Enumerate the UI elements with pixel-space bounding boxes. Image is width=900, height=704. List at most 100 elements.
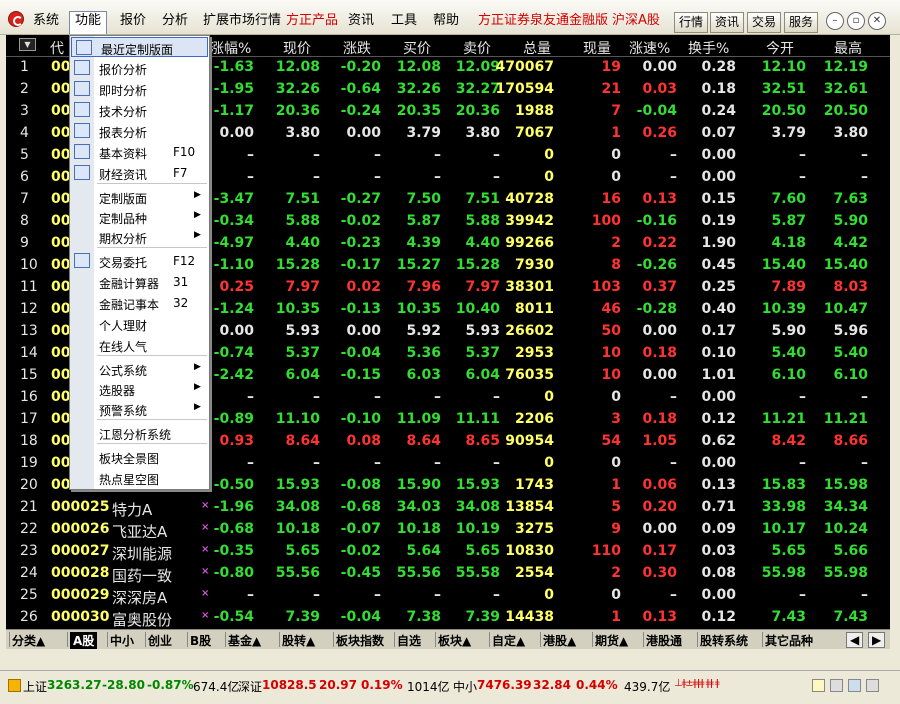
panel-icon[interactable]	[830, 679, 843, 692]
tab-divider	[333, 632, 334, 647]
total-volume: 40728	[505, 191, 554, 207]
menu-item[interactable]: 报价分析	[70, 58, 209, 78]
menu-item-label: 热点星空图	[99, 473, 160, 487]
sh-index: 3263.27	[47, 678, 102, 692]
turnover-rate: 0.71	[701, 499, 736, 515]
menu-help[interactable]: 帮助	[433, 13, 459, 29]
lock-icon[interactable]	[812, 679, 825, 692]
menu-system[interactable]: 系统	[33, 13, 59, 29]
col-turnover[interactable]: 换手%	[688, 38, 729, 58]
scroll-right-icon[interactable]: ▶	[868, 632, 886, 648]
tab-item[interactable]: 板块▲	[438, 632, 471, 649]
menu-item[interactable]: 选股器 ▶	[70, 379, 209, 399]
menu-item[interactable]: 江恩分析系统	[70, 423, 209, 443]
menu-item[interactable]: 热点星空图	[70, 468, 209, 488]
col-bid[interactable]: 买价	[403, 38, 431, 58]
btn-market[interactable]: 行情	[674, 12, 709, 33]
tab-item[interactable]: 中小	[110, 632, 134, 649]
change-pct: -1.96	[213, 499, 254, 515]
menu-item[interactable]: 在线人气	[70, 335, 209, 355]
tab-item[interactable]: 股转系统	[700, 632, 748, 649]
col-high[interactable]: 最高	[834, 38, 862, 58]
btn-service[interactable]: 服务	[784, 12, 819, 33]
col-cur-volume[interactable]: 现量	[583, 38, 611, 58]
app-logo-icon[interactable]	[8, 11, 24, 27]
menu-quanyoutong[interactable]: 方正证券泉友通金融版	[478, 13, 608, 29]
col-change-pct[interactable]: 涨幅%	[210, 38, 251, 58]
table-row[interactable]: 25 000029 深深房A × – – – – – 0 0 – 0.00 – –	[6, 585, 890, 607]
col-open[interactable]: 今开	[766, 38, 794, 58]
tab-item[interactable]: B股	[190, 632, 211, 649]
btn-info[interactable]: 资讯	[710, 12, 745, 33]
tab-item[interactable]: 股转▲	[282, 632, 315, 649]
ask-price: 6.04	[465, 367, 500, 383]
menu-item[interactable]: 公式系统 ▶	[70, 359, 209, 379]
menu-function[interactable]: 功能	[69, 11, 108, 34]
price: –	[313, 389, 320, 405]
change-speed: -0.04	[636, 103, 677, 119]
col-speed[interactable]: 涨速%	[629, 38, 670, 58]
menu-item[interactable]: 预警系统 ▶	[70, 399, 209, 419]
minimize-icon[interactable]: –	[826, 12, 844, 30]
settings-icon[interactable]	[866, 679, 879, 692]
menu-item[interactable]: 个人理财	[70, 314, 209, 334]
menu-analysis[interactable]: 分析	[162, 13, 188, 29]
sort-dropdown-icon[interactable]: ▼	[19, 38, 36, 51]
menu-founder-products[interactable]: 方正产品	[286, 13, 338, 29]
tab-item[interactable]: 港股▲	[543, 632, 576, 649]
menu-item[interactable]: 板块全景图	[70, 447, 209, 467]
high-price: 3.80	[833, 125, 868, 141]
menu-item[interactable]: 定制品种 ▶	[70, 207, 209, 227]
window-icon[interactable]	[848, 679, 861, 692]
col-volume[interactable]: 总量	[523, 38, 551, 58]
menu-item[interactable]: 期权分析 ▶	[70, 227, 209, 247]
change-pct: -0.34	[213, 213, 254, 229]
menu-extended-market[interactable]: 扩展市场行情	[203, 13, 281, 29]
current-volume: 2	[611, 565, 621, 581]
restore-icon[interactable]: ▫	[847, 12, 865, 30]
table-row[interactable]: 24 000028 国药一致 × -0.80 55.56 -0.45 55.56 55.58 25…	[6, 563, 890, 585]
high-price: 34.34	[823, 499, 868, 515]
tick-strip-icon[interactable]: ⊥ǂ±ǂǂǂ ǂǂ ǂ	[674, 678, 720, 689]
table-row[interactable]: 22 000026 飞亚达A × -0.68 10.18 -0.07 10.18 10.19 32…	[6, 519, 890, 541]
menu-item[interactable]: 最近定制版面	[71, 37, 208, 57]
tab-item[interactable]: 其它品种	[765, 632, 813, 649]
scroll-left-icon[interactable]: ◀	[846, 632, 864, 648]
market-icon[interactable]	[8, 679, 21, 692]
menu-quote[interactable]: 报价	[120, 13, 146, 29]
menu-item[interactable]: 交易委托 F12	[70, 251, 209, 271]
close-icon[interactable]: ✕	[868, 12, 886, 30]
menu-item[interactable]: 技术分析	[70, 100, 209, 120]
menu-item[interactable]: 定制版面 ▶	[70, 187, 209, 207]
price: 55.56	[275, 565, 320, 581]
tab-item[interactable]: 自定▲	[492, 632, 525, 649]
tab-item[interactable]: 分类▲	[12, 632, 45, 649]
menu-item[interactable]: 基本资料 F10	[70, 142, 209, 162]
tab-item[interactable]: 板块指数	[336, 632, 384, 649]
col-change[interactable]: 涨跌	[343, 38, 371, 58]
btn-trade[interactable]: 交易	[747, 12, 782, 33]
tab-item[interactable]: 基金▲	[228, 632, 261, 649]
menu-info[interactable]: 资讯	[348, 13, 374, 29]
menu-item[interactable]: 金融记事本 32	[70, 293, 209, 313]
tab-item[interactable]: 创业	[148, 632, 172, 649]
col-price[interactable]: 现价	[283, 38, 311, 58]
tab-item[interactable]: A股	[70, 632, 98, 649]
table-row[interactable]: 26 000030 富奥股份 × -0.54 7.39 -0.04 7.38 7.39 14438…	[6, 607, 890, 629]
table-row[interactable]: 23 000027 深圳能源 × -0.35 5.65 -0.02 5.64 5.65 10830…	[6, 541, 890, 563]
menu-item[interactable]: 金融计算器 31	[70, 272, 209, 292]
tab-item[interactable]: 港股通	[646, 632, 682, 649]
col-ask[interactable]: 卖价	[463, 38, 491, 58]
menu-item[interactable]: 报表分析	[70, 121, 209, 141]
menu-tools[interactable]: 工具	[391, 13, 417, 29]
menu-item[interactable]: 即时分析	[70, 79, 209, 99]
stock-code: 00	[51, 389, 71, 405]
menu-item[interactable]: 财经资讯 F7	[70, 163, 209, 183]
tab-item[interactable]: 自选	[397, 632, 421, 649]
tab-item[interactable]: 期货▲	[595, 632, 628, 649]
table-row[interactable]: 21 000025 特力A × -1.96 34.08 -0.68 34.03 34.08 138…	[6, 497, 890, 519]
menu-hs-a-shares[interactable]: 沪深A股	[612, 13, 660, 29]
col-code[interactable]: 代	[50, 38, 64, 58]
menu-item-label: 定制品种	[99, 212, 148, 226]
change-speed: –	[670, 169, 677, 185]
